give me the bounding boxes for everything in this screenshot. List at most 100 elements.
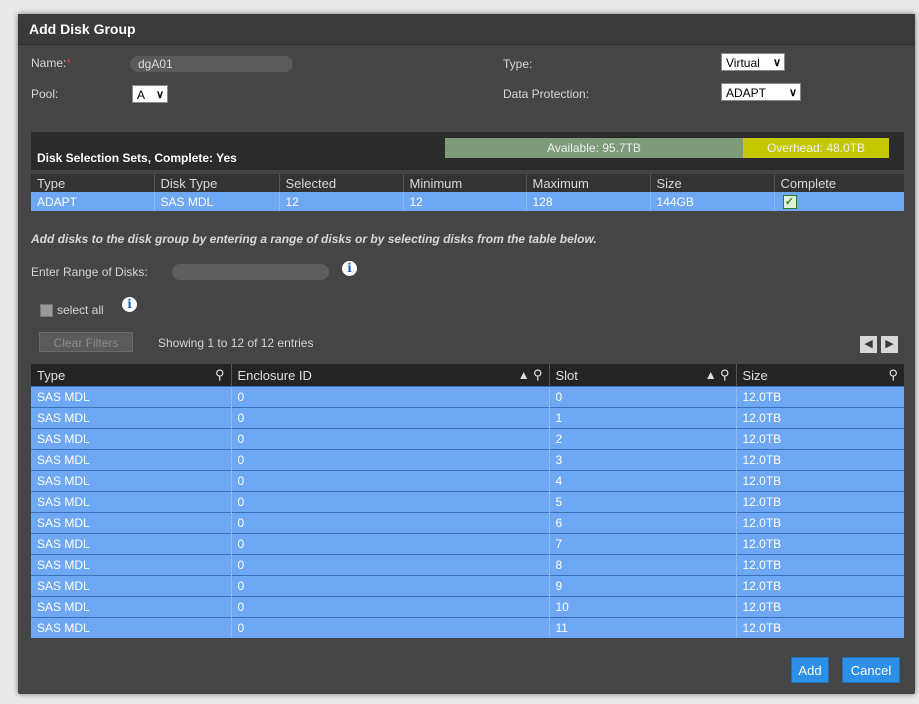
range-label: Enter Range of Disks: <box>31 265 148 279</box>
clear-filters-button[interactable]: Clear Filters <box>39 332 133 352</box>
overhead-capacity-bar: Overhead: 48.0TB <box>743 138 889 158</box>
filter-key-icon[interactable]: ⚲ <box>720 367 730 383</box>
column-header-minimum: Minimum <box>402 174 526 192</box>
column-header-enclosure-id[interactable]: Enclosure ID ▲ ⚲ <box>230 364 549 387</box>
select-all-label: select all <box>57 303 104 317</box>
info-icon[interactable]: i <box>342 261 357 276</box>
table-row[interactable]: SAS MDL 0 6 12.0TB <box>31 512 904 534</box>
cell-enclosure-id: 0 <box>230 386 549 408</box>
cell-enclosure-id: 0 <box>230 512 549 534</box>
cell-type: SAS MDL <box>31 596 231 618</box>
data-protection-select[interactable]: ADAPT ∨ <box>721 83 801 101</box>
cell-slot: 7 <box>548 533 736 555</box>
filter-key-icon[interactable]: ⚲ <box>533 367 543 383</box>
pool-select-value: A <box>137 88 146 102</box>
cell-slot: 2 <box>548 428 736 450</box>
cell-size: 12.0TB <box>735 617 904 638</box>
cell-size: 12.0TB <box>735 470 904 492</box>
cell-type: ADAPT <box>31 192 154 211</box>
cell-enclosure-id: 0 <box>230 428 549 450</box>
name-field[interactable]: dgA01 <box>130 56 293 72</box>
column-header-maximum: Maximum <box>525 174 650 192</box>
cell-disk-type: SAS MDL <box>153 192 279 211</box>
cell-enclosure-id: 0 <box>230 470 549 492</box>
pool-label: Pool: <box>31 87 59 101</box>
filter-key-icon[interactable]: ⚲ <box>215 367 225 383</box>
data-protection-select-value: ADAPT <box>726 86 767 100</box>
sort-asc-icon[interactable]: ▲ <box>705 368 717 382</box>
cell-size: 12.0TB <box>735 596 904 618</box>
cell-slot: 9 <box>548 575 736 597</box>
table-header-row: Type Disk Type Selected Minimum Maximum … <box>31 174 904 192</box>
prev-page-icon[interactable]: ◀ <box>860 336 877 353</box>
cell-type: SAS MDL <box>31 512 231 534</box>
cell-enclosure-id: 0 <box>230 554 549 576</box>
column-header-size[interactable]: Size ⚲ <box>735 364 904 387</box>
cell-enclosure-id: 0 <box>230 617 549 638</box>
chevron-down-icon: ∨ <box>788 87 797 99</box>
complete-checkbox: ✓ <box>782 195 797 209</box>
table-row[interactable]: SAS MDL 0 0 12.0TB <box>31 386 904 408</box>
cell-slot: 10 <box>548 596 736 618</box>
cell-complete: ✓ <box>773 192 904 211</box>
cell-size: 144GB <box>649 192 774 211</box>
cell-slot: 0 <box>548 386 736 408</box>
entries-info: Showing 1 to 12 of 12 entries <box>158 336 314 350</box>
cell-slot: 4 <box>548 470 736 492</box>
available-capacity-bar: Available: 95.7TB <box>445 138 743 158</box>
next-page-icon[interactable]: ▶ <box>881 336 898 353</box>
filter-key-icon[interactable]: ⚲ <box>888 367 898 383</box>
table-row[interactable]: SAS MDL 0 3 12.0TB <box>31 449 904 471</box>
column-header-type[interactable]: Type ⚲ <box>31 364 231 387</box>
name-label: Name:* <box>31 56 72 70</box>
cell-enclosure-id: 0 <box>230 596 549 618</box>
cell-size: 12.0TB <box>735 575 904 597</box>
data-protection-label: Data Protection: <box>503 87 590 101</box>
disk-table: Type ⚲ Enclosure ID ▲ ⚲ Slot ▲ ⚲ Size ⚲ SAS … <box>31 364 904 638</box>
cell-type: SAS MDL <box>31 386 231 408</box>
column-header-size: Size <box>649 174 774 192</box>
table-row[interactable]: ADAPT SAS MDL 12 12 128 144GB ✓ <box>31 192 904 211</box>
table-row[interactable]: SAS MDL 0 1 12.0TB <box>31 407 904 429</box>
cell-size: 12.0TB <box>735 428 904 450</box>
cancel-button[interactable]: Cancel <box>842 657 900 683</box>
cell-type: SAS MDL <box>31 533 231 555</box>
type-label: Type: <box>503 57 533 71</box>
cell-minimum: 12 <box>402 192 526 211</box>
cell-slot: 11 <box>548 617 736 638</box>
table-row[interactable]: SAS MDL 0 11 12.0TB <box>31 617 904 638</box>
add-button[interactable]: Add <box>791 657 829 683</box>
cell-slot: 3 <box>548 449 736 471</box>
type-select[interactable]: Virtual ∨ <box>721 53 785 71</box>
chevron-down-icon: ∨ <box>772 57 781 69</box>
pool-select[interactable]: A ∨ <box>132 85 168 103</box>
sort-asc-icon[interactable]: ▲ <box>518 368 530 382</box>
table-row[interactable]: SAS MDL 0 9 12.0TB <box>31 575 904 597</box>
table-header-row: Type ⚲ Enclosure ID ▲ ⚲ Slot ▲ ⚲ Size ⚲ <box>31 364 904 387</box>
dialog-title: Add Disk Group <box>29 21 136 37</box>
table-row[interactable]: SAS MDL 0 7 12.0TB <box>31 533 904 555</box>
cell-type: SAS MDL <box>31 575 231 597</box>
table-row[interactable]: SAS MDL 0 8 12.0TB <box>31 554 904 576</box>
column-header-selected: Selected <box>278 174 403 192</box>
table-row[interactable]: SAS MDL 0 2 12.0TB <box>31 428 904 450</box>
cell-type: SAS MDL <box>31 617 231 638</box>
cell-enclosure-id: 0 <box>230 575 549 597</box>
select-all-checkbox[interactable] <box>40 304 53 317</box>
info-icon[interactable]: i <box>122 297 137 312</box>
table-row[interactable]: SAS MDL 0 10 12.0TB <box>31 596 904 618</box>
table-row[interactable]: SAS MDL 0 5 12.0TB <box>31 491 904 513</box>
dialog-titlebar[interactable]: Add Disk Group <box>18 14 915 45</box>
add-disk-group-dialog: Add Disk Group Name:* dgA01 Type: Virtua… <box>18 14 915 694</box>
cell-size: 12.0TB <box>735 533 904 555</box>
cell-size: 12.0TB <box>735 512 904 534</box>
range-input[interactable] <box>172 264 329 280</box>
column-header-complete: Complete <box>773 174 904 192</box>
cell-size: 12.0TB <box>735 491 904 513</box>
cell-enclosure-id: 0 <box>230 491 549 513</box>
column-header-slot[interactable]: Slot ▲ ⚲ <box>548 364 736 387</box>
table-row[interactable]: SAS MDL 0 4 12.0TB <box>31 470 904 492</box>
cell-size: 12.0TB <box>735 386 904 408</box>
required-mark: * <box>66 56 72 70</box>
disk-selection-sets-table: Type Disk Type Selected Minimum Maximum … <box>31 174 904 211</box>
